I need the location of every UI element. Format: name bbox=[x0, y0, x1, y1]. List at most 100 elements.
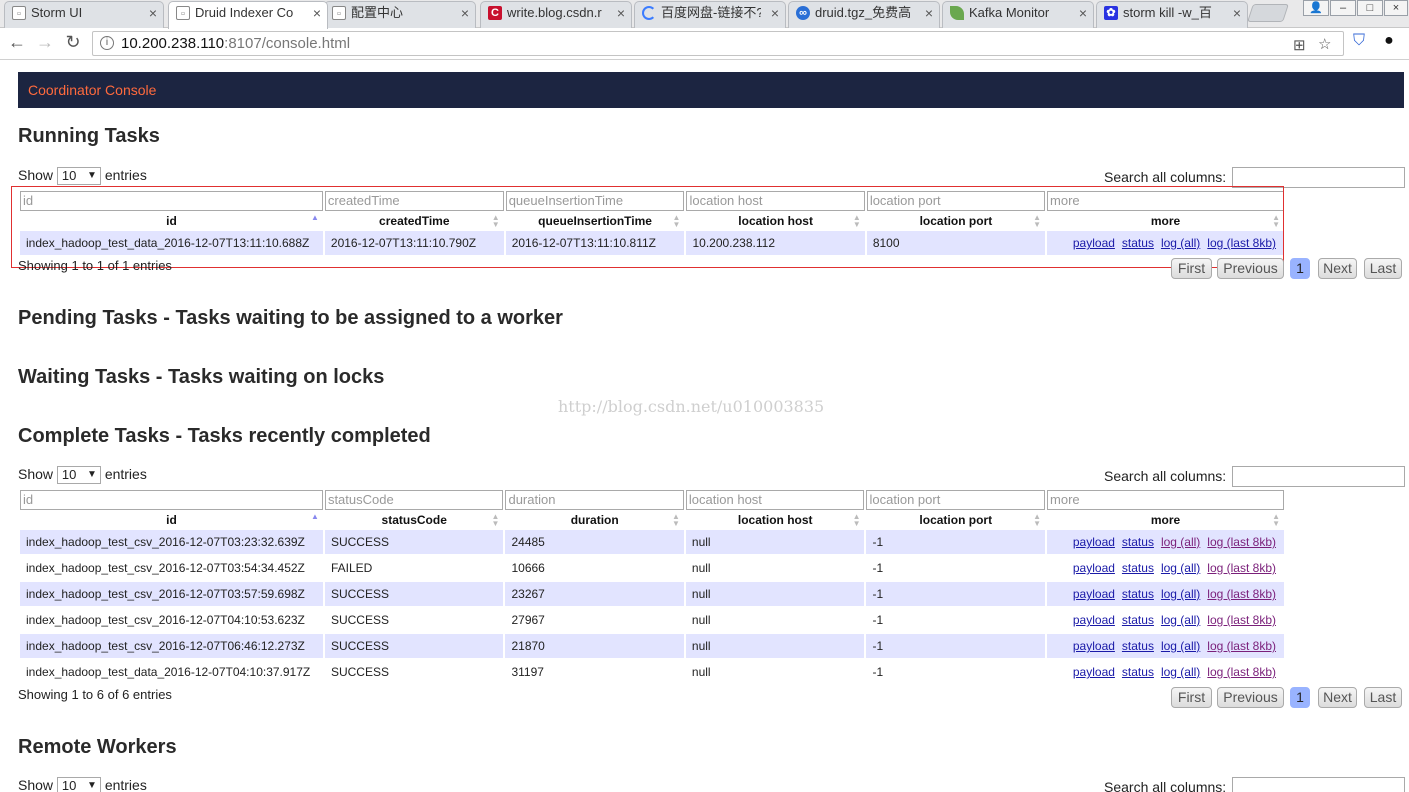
column-header-id[interactable]: id ▲ bbox=[20, 512, 323, 528]
previous-page-button[interactable]: Previous bbox=[1217, 258, 1284, 279]
page-1-button[interactable]: 1 bbox=[1290, 258, 1310, 279]
status-link[interactable]: status bbox=[1122, 613, 1154, 627]
filter-input-id[interactable]: id bbox=[20, 490, 323, 510]
running-tasks-heading: Running Tasks bbox=[18, 125, 160, 147]
log-last-8kb-link[interactable]: log (last 8kb) bbox=[1207, 665, 1276, 679]
back-arrow-icon[interactable]: ← bbox=[6, 32, 28, 53]
last-page-button[interactable]: Last bbox=[1364, 258, 1402, 279]
tab-config-center[interactable]: ▫ 配置中心 × bbox=[324, 1, 476, 28]
page-icon: ▫ bbox=[176, 6, 190, 20]
close-icon[interactable]: × bbox=[617, 2, 625, 24]
last-page-button[interactable]: Last bbox=[1364, 687, 1402, 708]
complete-entries-select[interactable]: 10 ▼ bbox=[56, 466, 101, 485]
payload-link[interactable]: payload bbox=[1073, 535, 1115, 549]
running-search-label: Search all columns: bbox=[1104, 169, 1227, 185]
next-page-button[interactable]: Next bbox=[1318, 687, 1357, 708]
filter-input-statuscode[interactable]: statusCode bbox=[324, 490, 504, 510]
complete-search-input[interactable] bbox=[1232, 466, 1405, 487]
complete-search-label: Search all columns: bbox=[1104, 468, 1227, 484]
first-page-button[interactable]: First bbox=[1171, 258, 1212, 279]
first-page-button[interactable]: First bbox=[1171, 687, 1212, 708]
remote-length-control: Show 10 ▼ entries bbox=[18, 777, 147, 792]
column-header-more[interactable]: more ▲ ▼ bbox=[1047, 512, 1284, 528]
sort-both-icon: ▲ ▼ bbox=[672, 512, 680, 528]
header-row: id ▲ statusCode ▲ ▼ duration ▲ ▼ location hos… bbox=[20, 512, 1284, 528]
remote-workers-heading: Remote Workers bbox=[18, 736, 177, 758]
next-page-button[interactable]: Next bbox=[1318, 258, 1357, 279]
log-last-8kb-link[interactable]: log (last 8kb) bbox=[1207, 561, 1276, 575]
column-header-location-host[interactable]: location host ▲ ▼ bbox=[686, 512, 865, 528]
cell-id: index_hadoop_test_csv_2016-12-07T03:54:3… bbox=[20, 556, 323, 580]
close-icon[interactable]: × bbox=[771, 2, 779, 24]
shield-extension-icon[interactable]: ⛉ bbox=[1348, 32, 1370, 50]
loading-icon bbox=[642, 6, 656, 20]
log-all-link[interactable]: log (all) bbox=[1161, 665, 1200, 679]
log-last-8kb-link[interactable]: log (last 8kb) bbox=[1207, 535, 1276, 549]
table-row: index_hadoop_test_data_2016-12-07T04:10:… bbox=[20, 660, 1284, 684]
cell-duration: 31197 bbox=[505, 660, 684, 684]
remote-entries-select[interactable]: 10 ▼ bbox=[56, 777, 101, 792]
log-last-8kb-link[interactable]: log (last 8kb) bbox=[1207, 639, 1276, 653]
close-window-button[interactable]: × bbox=[1384, 0, 1408, 16]
status-link[interactable]: status bbox=[1122, 665, 1154, 679]
extension-circle-icon[interactable]: ● bbox=[1378, 32, 1400, 50]
maximize-button[interactable]: □ bbox=[1357, 0, 1383, 16]
filter-input-more[interactable]: more bbox=[1047, 490, 1284, 510]
status-link[interactable]: status bbox=[1122, 561, 1154, 575]
close-icon[interactable]: × bbox=[149, 2, 157, 24]
close-icon[interactable]: × bbox=[925, 2, 933, 24]
payload-link[interactable]: payload bbox=[1073, 639, 1115, 653]
status-link[interactable]: status bbox=[1122, 535, 1154, 549]
filter-input-duration[interactable]: duration bbox=[505, 490, 684, 510]
running-search-input[interactable] bbox=[1232, 167, 1405, 188]
payload-link[interactable]: payload bbox=[1073, 561, 1115, 575]
status-link[interactable]: status bbox=[1122, 587, 1154, 601]
tab-druid-indexer[interactable]: ▫ Druid Indexer Co × bbox=[168, 1, 328, 29]
payload-link[interactable]: payload bbox=[1073, 665, 1115, 679]
column-header-duration[interactable]: duration ▲ ▼ bbox=[505, 512, 683, 528]
log-last-8kb-link[interactable]: log (last 8kb) bbox=[1207, 613, 1276, 627]
cell-location-port: -1 bbox=[866, 660, 1046, 684]
log-all-link[interactable]: log (all) bbox=[1161, 613, 1200, 627]
minimize-button[interactable]: – bbox=[1330, 0, 1356, 16]
reload-icon[interactable]: ↻ bbox=[62, 32, 84, 53]
console-brand-link[interactable]: Coordinator Console bbox=[28, 82, 156, 98]
cell-location-port: -1 bbox=[866, 582, 1046, 606]
info-icon[interactable]: i bbox=[100, 36, 114, 50]
column-header-statuscode[interactable]: statusCode ▲ ▼ bbox=[325, 512, 504, 528]
filter-input-location-port[interactable]: location port bbox=[866, 490, 1046, 510]
log-all-link[interactable]: log (all) bbox=[1161, 587, 1200, 601]
running-entries-select[interactable]: 10 ▼ bbox=[56, 167, 101, 186]
close-icon[interactable]: × bbox=[1233, 2, 1241, 24]
tab-storm-ui[interactable]: ▫ Storm UI × bbox=[4, 1, 164, 28]
log-all-link[interactable]: log (all) bbox=[1161, 561, 1200, 575]
complete-pagination: First Previous 1 Next Last bbox=[1171, 687, 1405, 708]
previous-page-button[interactable]: Previous bbox=[1217, 687, 1284, 708]
payload-link[interactable]: payload bbox=[1073, 613, 1115, 627]
tab-storm-kill[interactable]: ✿ storm kill -w_百 × bbox=[1096, 1, 1248, 28]
column-header-location-port[interactable]: location port ▲ ▼ bbox=[866, 512, 1045, 528]
filter-input-location-host[interactable]: location host bbox=[685, 490, 865, 510]
tab-druid-tgz[interactable]: ∞ druid.tgz_免费高 × bbox=[788, 1, 940, 28]
tab-baidu-pan[interactable]: 百度网盘-链接不? × bbox=[634, 1, 786, 28]
log-all-link[interactable]: log (all) bbox=[1161, 639, 1200, 653]
new-tab-button[interactable] bbox=[1247, 4, 1289, 22]
tab-csdn-write[interactable]: C write.blog.csdn.r × bbox=[480, 1, 632, 28]
star-icon[interactable]: ☆ bbox=[1318, 33, 1331, 56]
log-all-link[interactable]: log (all) bbox=[1161, 535, 1200, 549]
page-1-button[interactable]: 1 bbox=[1290, 687, 1310, 708]
close-icon[interactable]: × bbox=[461, 2, 469, 24]
close-icon[interactable]: × bbox=[1079, 2, 1087, 24]
translate-icon[interactable]: ⊞ bbox=[1293, 34, 1306, 57]
tab-kafka-monitor[interactable]: Kafka Monitor × bbox=[942, 1, 1094, 28]
forward-arrow-icon[interactable]: → bbox=[34, 32, 56, 53]
browser-toolbar: ← → ↻ i 10.200.238.110:8107/console.html… bbox=[0, 28, 1409, 60]
status-link[interactable]: status bbox=[1122, 639, 1154, 653]
address-bar[interactable]: i 10.200.238.110:8107/console.html ⊞ ☆ bbox=[92, 31, 1344, 56]
user-icon[interactable]: 👤 bbox=[1303, 0, 1329, 16]
sort-both-icon: ▲ ▼ bbox=[852, 512, 861, 528]
remote-search-input[interactable] bbox=[1232, 777, 1405, 792]
log-last-8kb-link[interactable]: log (last 8kb) bbox=[1207, 587, 1276, 601]
payload-link[interactable]: payload bbox=[1073, 587, 1115, 601]
close-icon[interactable]: × bbox=[313, 2, 321, 24]
